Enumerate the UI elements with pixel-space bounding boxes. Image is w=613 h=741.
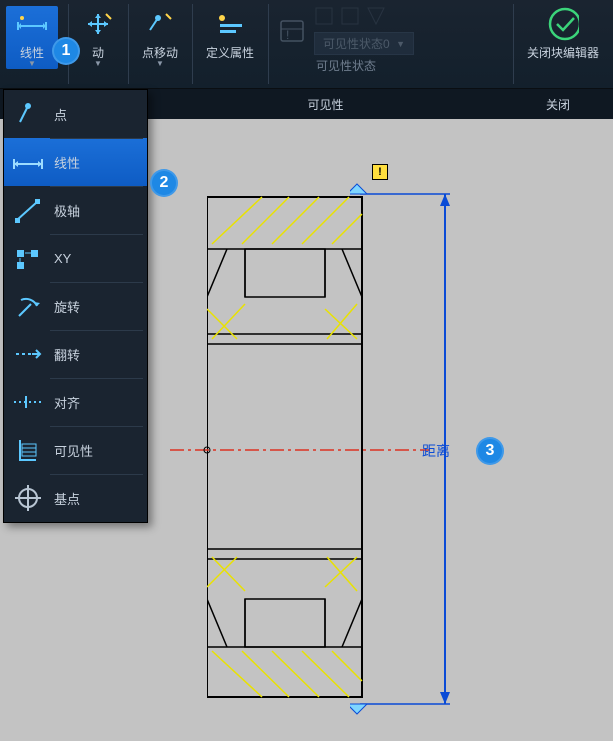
chevron-down-icon: ▼ — [396, 39, 405, 49]
vis-mini-3 — [366, 6, 386, 26]
check-circle-icon — [547, 8, 579, 40]
rotate-icon — [12, 290, 44, 322]
chevron-down-icon: ▼ — [94, 59, 102, 68]
callout-1: 1 — [52, 37, 80, 65]
dd-label: 旋转 — [54, 297, 80, 316]
basepoint-icon — [12, 482, 44, 514]
dd-item-xy[interactable]: XY — [4, 234, 147, 282]
define-attr-button[interactable]: 定义属性 — [202, 6, 258, 63]
center-node — [202, 445, 212, 455]
ribbon: 线性 ▼ 动 ▼ 点移动 ▼ 定义属性 — [0, 0, 613, 89]
callout-3: 3 — [476, 437, 504, 465]
dd-label: 线性 — [54, 153, 80, 172]
align-icon — [12, 386, 44, 418]
visibility-state-icon: ! — [278, 17, 306, 45]
dd-label: 极轴 — [54, 201, 80, 220]
dd-item-basepoint[interactable]: 基点 — [4, 474, 147, 522]
move-button[interactable]: 动 ▼ — [78, 6, 118, 70]
point-move-icon — [144, 8, 176, 40]
define-attr-label: 定义属性 — [206, 44, 254, 61]
point-move-button[interactable]: 点移动 ▼ — [138, 6, 182, 70]
visibility-state-combo[interactable]: 可见性状态0 ▼ — [314, 32, 414, 55]
vis-mini-1 — [314, 6, 334, 26]
chevron-down-icon: ▼ — [156, 59, 164, 68]
dd-label: 点 — [54, 105, 67, 124]
dd-label: 对齐 — [54, 393, 80, 412]
callout-2: 2 — [150, 169, 178, 197]
group-label-visibility: 可见性 — [148, 89, 503, 119]
vis-mini-2 — [340, 6, 360, 26]
polar-icon — [12, 194, 44, 226]
point-icon — [12, 98, 44, 130]
dd-item-flip[interactable]: 翻转 — [4, 330, 147, 378]
group-label-close: 关闭 — [503, 89, 613, 119]
visibility-state-value: 可见性状态0 — [323, 35, 390, 52]
dd-item-polar[interactable]: 极轴 — [4, 186, 147, 234]
dimension-label[interactable]: 距离 — [422, 441, 450, 461]
define-attr-icon — [214, 8, 246, 40]
close-block-label: 关闭块编辑器 — [527, 44, 599, 61]
dd-label: XY — [54, 251, 71, 266]
linear-icon — [12, 146, 44, 178]
dd-label: 翻转 — [54, 345, 80, 364]
move-icon — [82, 8, 114, 40]
dd-item-linear[interactable]: 线性 — [4, 138, 147, 186]
dd-item-visibility[interactable]: 可见性 — [4, 426, 147, 474]
dd-label: 可见性 — [54, 441, 93, 460]
chevron-down-icon: ▼ — [28, 59, 36, 68]
close-block-editor-button[interactable]: 关闭块编辑器 — [523, 6, 603, 63]
svg-text:!: ! — [286, 28, 289, 42]
dd-item-align[interactable]: 对齐 — [4, 378, 147, 426]
xy-icon — [12, 242, 44, 274]
dd-label: 基点 — [54, 489, 80, 508]
dd-item-rotate[interactable]: 旋转 — [4, 282, 147, 330]
visibility-state-label: 可见性状态 — [316, 57, 376, 74]
linear-icon — [16, 8, 48, 40]
linear-param-button[interactable]: 线性 ▼ — [6, 6, 58, 69]
parameter-dropdown: 点 线性 极轴 XY 旋转 翻转 对齐 可见性 基点 — [3, 89, 148, 523]
dd-item-point[interactable]: 点 — [4, 90, 147, 138]
flip-icon — [12, 338, 44, 370]
visibility-icon — [12, 434, 44, 466]
